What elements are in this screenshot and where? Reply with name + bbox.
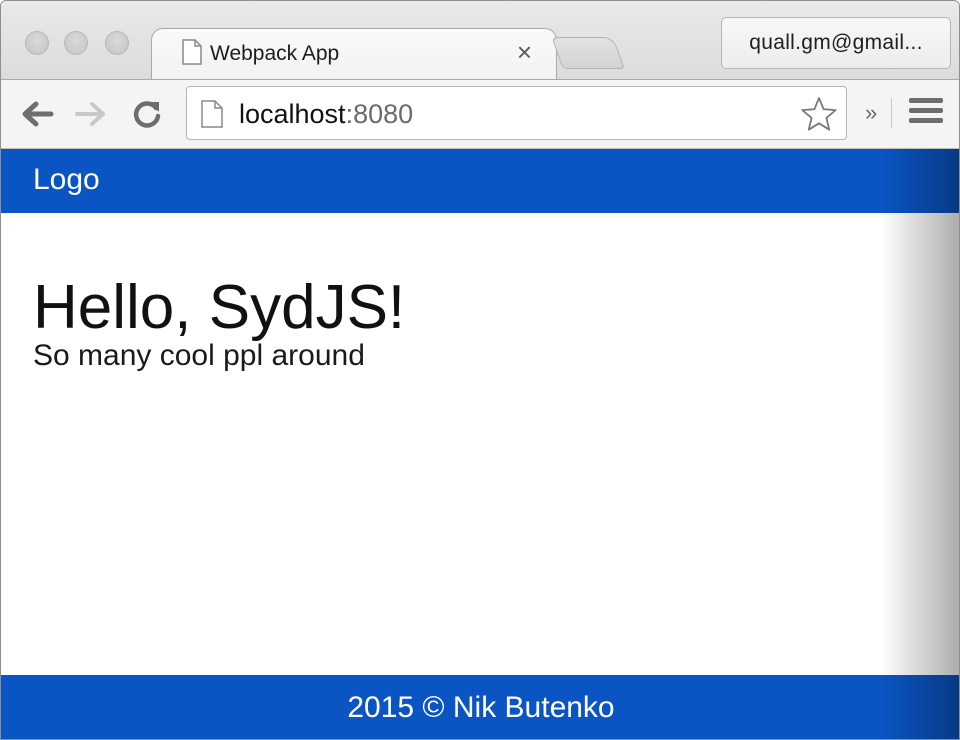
close-icon[interactable]: ×	[517, 37, 532, 67]
url-host: localhost	[239, 99, 346, 129]
address-bar[interactable]: localhost:8080	[186, 86, 847, 140]
window-edge-shadow	[881, 149, 959, 739]
tab-strip: Webpack App × quall.gm@gmail...	[1, 1, 959, 80]
url-port: :8080	[345, 99, 414, 129]
tab-webpack-app[interactable]: Webpack App ×	[151, 28, 557, 80]
footer-text: 2015 © Nik Butenko	[347, 691, 615, 724]
page-icon	[182, 38, 202, 70]
url-text: localhost:8080	[239, 99, 413, 129]
browser-window: Webpack App × quall.gm@gmail... localhos…	[0, 0, 960, 740]
zoom-window-button[interactable]	[105, 31, 129, 55]
browser-toolbar: localhost:8080 »	[1, 79, 959, 149]
page-heading: Hello, SydJS!	[33, 273, 406, 342]
site-logo[interactable]: Logo	[33, 163, 100, 197]
star-icon[interactable]	[800, 95, 838, 138]
hamburger-menu-icon[interactable]	[909, 98, 943, 130]
close-window-button[interactable]	[25, 31, 49, 55]
page-icon	[201, 100, 223, 133]
tab-title: Webpack App	[210, 42, 340, 65]
page-viewport: Logo Hello, SydJS! So many cool ppl arou…	[1, 149, 959, 739]
toolbar-divider	[891, 98, 892, 128]
site-navbar: Logo	[1, 149, 959, 213]
extensions-overflow-icon[interactable]: »	[865, 100, 877, 126]
minimize-window-button[interactable]	[64, 31, 88, 55]
arrow-left-icon[interactable]	[17, 94, 57, 134]
site-footer: 2015 © Nik Butenko	[1, 675, 959, 739]
arrow-right-icon[interactable]	[71, 94, 111, 134]
profile-button[interactable]: quall.gm@gmail...	[721, 17, 951, 69]
new-tab-button[interactable]	[551, 37, 625, 69]
page-subheading: So many cool ppl around	[33, 339, 365, 372]
reload-icon[interactable]	[127, 94, 167, 134]
